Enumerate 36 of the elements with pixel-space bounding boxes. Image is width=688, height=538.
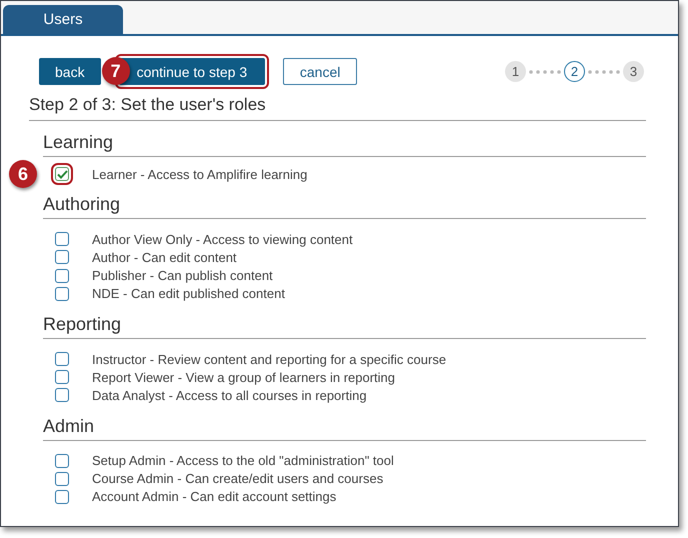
section-heading: Admin [43,416,646,440]
callout-badge: 6 [9,160,37,188]
section-heading: Reporting [43,314,646,339]
section-heading: Authoring [43,194,646,220]
role-checkbox[interactable] [55,454,69,468]
step-indicator: 1 [505,61,526,82]
step-indicator: 2 [564,61,585,82]
role-label: Author View Only - Access to viewing content [92,232,353,247]
role-checkbox[interactable] [55,352,69,366]
role-checkbox[interactable] [55,472,69,486]
role-label: Instructor - Review content and reporting for a specific course [92,352,446,367]
role-label: Publisher - Can publish content [92,268,273,284]
role-checkbox[interactable] [55,268,69,283]
role-checkbox[interactable] [55,250,69,264]
role-label: Data Analyst - Access to all courses in reporting [92,388,367,403]
page-heading: Step 2 of 3: Set the user's roles [29,95,646,121]
step-indicator: 3 [623,61,644,82]
role-label: Course Admin - Can create/edit users and courses [92,471,384,486]
role-label: Report Viewer - View a group of learners in reporting [92,370,396,385]
role-checkbox[interactable] [55,286,69,301]
cancel-button[interactable]: cancel [283,58,358,85]
role-label: Learner - Access to Amplifire learning [92,166,308,182]
section-heading: Learning [43,132,646,157]
callout-badge: 7 [102,57,130,85]
role-checkbox[interactable] [55,490,69,504]
dotted-connector [528,70,562,74]
back-button[interactable]: back [39,58,101,85]
users-tab[interactable]: Users [3,5,123,34]
role-label: Setup Admin - Access to the old "administration" tool [92,453,394,468]
role-label: NDE - Can edit published content [92,286,285,302]
role-checkbox[interactable] [55,370,69,384]
role-label: Account Admin - Can edit account settings [92,489,336,504]
role-checkbox[interactable] [55,232,69,246]
dotted-connector [587,70,621,74]
role-label: Author - Can edit content [92,250,237,265]
role-checkbox[interactable] [55,388,69,402]
